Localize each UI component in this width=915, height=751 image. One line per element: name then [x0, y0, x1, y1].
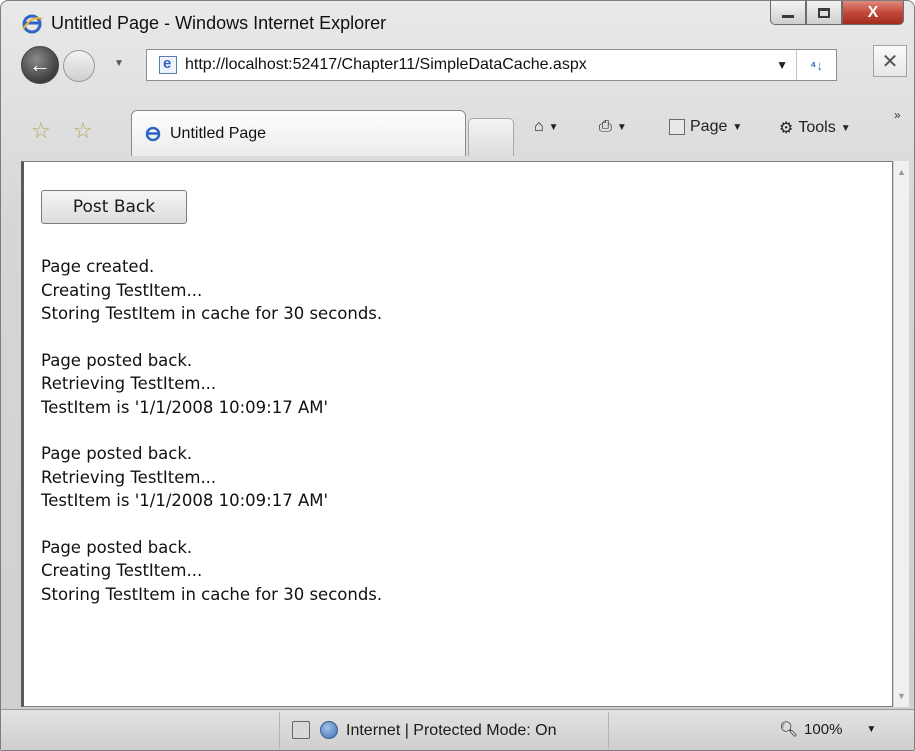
window-title: Untitled Page - Windows Internet Explore… [51, 13, 387, 33]
page-content: Post Back Page created. Creating TestIte… [21, 161, 893, 707]
address-bar[interactable]: http://localhost:52417/Chapter11/SimpleD… [146, 49, 837, 81]
page-icon [159, 55, 177, 74]
minimize-icon [782, 15, 794, 18]
minimize-button[interactable] [770, 1, 806, 25]
tab-command-bar: ☆ ☆ Untitled Page ⌂ ▼ ⎙ ▼ Page ▼ ⚙ Tools ▼ » [1, 106, 914, 156]
log-line: Creating TestItem... [41, 561, 203, 580]
log-line: Retrieving TestItem... [41, 374, 217, 393]
log-line: Page created. [41, 257, 155, 276]
tab-untitled-page[interactable]: Untitled Page [131, 110, 466, 156]
back-arrow-icon: ← [29, 52, 51, 77]
ie-page-icon [145, 126, 161, 142]
close-button[interactable]: X [842, 1, 904, 25]
page-menu[interactable]: Page ▼ [669, 118, 742, 136]
stop-button[interactable]: ✕ [873, 45, 907, 77]
vertical-scrollbar[interactable]: ▲ ▼ [893, 161, 909, 707]
add-favorites-icon[interactable]: ☆ [73, 118, 93, 144]
status-bar: Internet | Protected Mode: On 🔍︎ 100% ▼ [1, 709, 914, 750]
page-menu-label: Page [690, 118, 728, 135]
scroll-up-icon[interactable]: ▲ [897, 167, 906, 177]
more-commands-icon[interactable]: » [894, 108, 901, 122]
recent-pages-dropdown-icon[interactable]: ▼ [114, 58, 124, 69]
post-back-button[interactable]: Post Back [41, 190, 187, 224]
log-line: Storing TestItem in cache for 30 seconds… [41, 584, 383, 604]
browser-window: Untitled Page - Windows Internet Explore… [0, 0, 915, 751]
log-block: Page posted back. Retrieving TestItem...… [41, 442, 382, 513]
chevron-down-icon: ▼ [866, 723, 877, 735]
log-block: Page posted back. Retrieving TestItem...… [41, 349, 382, 420]
tools-menu[interactable]: ⚙ Tools ▼ [779, 118, 851, 138]
favorites-star-icon[interactable]: ☆ [31, 118, 51, 144]
log-line: Page posted back. [41, 444, 193, 463]
forward-button[interactable] [63, 50, 95, 82]
home-icon: ⌂ [534, 118, 544, 135]
scroll-down-icon[interactable]: ▼ [897, 691, 906, 701]
ie-logo-icon [22, 14, 43, 34]
gear-icon: ⚙ [779, 120, 794, 137]
magnifier-icon: 🔍︎ [779, 721, 799, 738]
address-url[interactable]: http://localhost:52417/Chapter11/SimpleD… [185, 56, 587, 74]
security-zone[interactable]: Internet | Protected Mode: On [279, 712, 609, 748]
navigation-bar: ← ▼ http://localhost:52417/Chapter11/Sim… [1, 45, 914, 85]
chevron-down-icon: ▼ [840, 122, 851, 134]
zoom-level: 100% [804, 720, 843, 738]
log-line: Storing TestItem in cache for 30 seconds… [41, 304, 383, 323]
chevron-down-icon: ▼ [616, 121, 627, 133]
maximize-button[interactable] [806, 1, 842, 25]
back-button[interactable]: ← [21, 46, 59, 84]
internet-zone-icon [320, 721, 338, 739]
refresh-button[interactable]: ⁴↓ [796, 50, 836, 80]
maximize-icon [818, 7, 830, 18]
printer-icon: ⎙ [599, 118, 612, 135]
home-button[interactable]: ⌂ ▼ [534, 118, 559, 136]
protected-mode-icon [292, 721, 310, 739]
chevron-down-icon: ▼ [548, 121, 559, 133]
zoom-control[interactable]: 🔍︎ 100% ▼ [779, 720, 877, 739]
log-block: Page created. Creating TestItem... Stori… [41, 255, 382, 326]
log-line: Retrieving TestItem... [41, 467, 217, 487]
page-menu-icon [669, 119, 685, 135]
tools-menu-label: Tools [798, 119, 836, 136]
print-button[interactable]: ⎙ ▼ [599, 118, 627, 136]
address-dropdown-icon[interactable]: ▼ [776, 58, 788, 72]
window-controls: X [770, 1, 904, 27]
zone-text: Internet | Protected Mode: On [346, 722, 557, 739]
log-line: TestItem is '1/1/2008 10:09:17 AM' [41, 491, 329, 510]
chevron-down-icon: ▼ [732, 121, 743, 133]
title-bar: Untitled Page - Windows Internet Explore… [1, 1, 914, 39]
log-line: Page posted back. [41, 537, 193, 557]
close-icon: X [867, 3, 879, 21]
new-tab-button[interactable] [468, 118, 514, 156]
log-line: Page posted back. [41, 350, 193, 370]
tab-label: Untitled Page [170, 125, 267, 142]
event-log: Page created. Creating TestItem... Stori… [41, 255, 382, 629]
log-line: TestItem is '1/1/2008 10:09:17 AM' [41, 397, 329, 417]
log-line: Creating TestItem... [41, 280, 203, 300]
log-block: Page posted back. Creating TestItem... S… [41, 536, 382, 607]
